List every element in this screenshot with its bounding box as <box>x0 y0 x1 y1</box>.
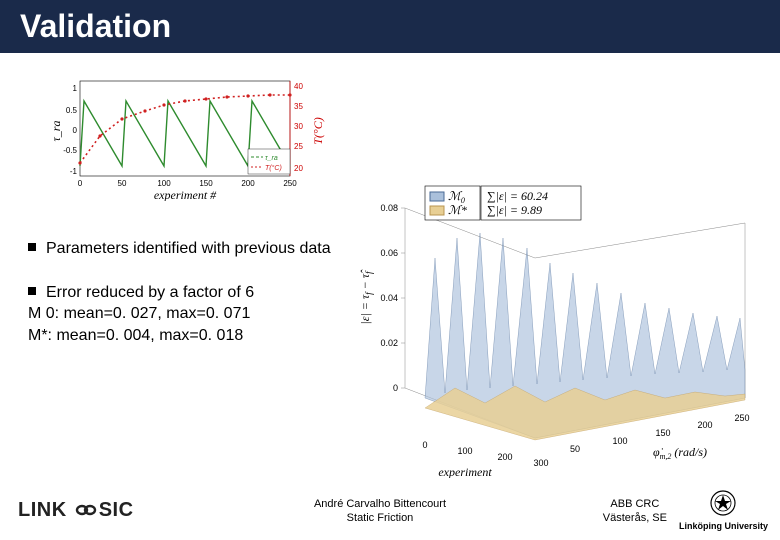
svg-text:40: 40 <box>294 82 303 91</box>
svg-text:0: 0 <box>393 383 398 393</box>
svg-text:300: 300 <box>533 458 548 468</box>
affiliation-1: ABB CRC <box>603 497 667 511</box>
affiliation-2: Västerås, SE <box>603 511 667 525</box>
bullet-2: Error reduced by a factor of 6 M 0: mean… <box>28 282 338 347</box>
liu-seal-icon <box>709 489 737 517</box>
author-name: André Carvalho Bittencourt <box>210 497 550 511</box>
page-title: Validation <box>0 0 780 53</box>
svg-text:100: 100 <box>457 446 472 456</box>
svg-text:30: 30 <box>294 122 303 131</box>
svg-text:25: 25 <box>294 142 303 151</box>
svg-text:150: 150 <box>655 428 670 438</box>
footer: LINK SIC André Carvalho Bittencourt Stat… <box>0 482 780 540</box>
svg-text:100: 100 <box>612 436 627 446</box>
bullet-2-sub2: M*: mean=0. 004, max=0. 018 <box>28 325 338 347</box>
svg-text:τ_ra: τ_ra <box>265 155 278 162</box>
footer-center: André Carvalho Bittencourt Static Fricti… <box>210 497 550 526</box>
svg-text:0: 0 <box>73 126 78 135</box>
liu-label: Linköping University <box>679 521 768 533</box>
bullet-list: Parameters identified with previous data… <box>28 238 338 368</box>
svg-text:0.02: 0.02 <box>380 338 398 348</box>
presentation-topic: Static Friction <box>210 511 550 525</box>
svg-text:T(°C): T(°C) <box>311 117 325 144</box>
svg-text:1: 1 <box>73 84 78 93</box>
svg-text:0.06: 0.06 <box>380 248 398 258</box>
sum-m0: ∑|ε| = 60.24 <box>487 189 548 203</box>
bullet-icon <box>28 287 36 295</box>
svg-text:20: 20 <box>294 164 303 173</box>
svg-text:200: 200 <box>497 452 512 462</box>
bullet-icon <box>28 243 36 251</box>
svg-text:T(°C): T(°C) <box>265 164 282 172</box>
svg-text:-0.5: -0.5 <box>63 146 77 155</box>
legend-3d: ℳ0 ℳ* ∑|ε| = 60.24 ∑|ε| = 9.89 <box>425 186 581 220</box>
footer-left: LINK SIC <box>0 499 210 524</box>
svg-text:35: 35 <box>294 102 303 111</box>
svg-text:0: 0 <box>422 440 427 450</box>
chain-icon <box>75 501 97 524</box>
yaxis3d-label: φ̇m,2 (rad/s) <box>653 445 707 461</box>
svg-text:τ_ra: τ_ra <box>50 121 63 142</box>
bullet-1: Parameters identified with previous data <box>28 238 338 260</box>
sum-mstar: ∑|ε| = 9.89 <box>487 203 542 217</box>
footer-right: ABB CRC Västerås, SE Linköping Universit… <box>550 489 780 533</box>
svg-text:100: 100 <box>157 179 171 188</box>
right-3d-plot: 0.08 0.06 0.04 0.02 0 0 100 200 300 50 100 15… <box>345 178 765 478</box>
svg-text:0: 0 <box>78 179 83 188</box>
bullet-1-text: Parameters identified with previous data <box>46 240 331 257</box>
svg-text:200: 200 <box>241 179 255 188</box>
svg-text:ℳ*: ℳ* <box>448 203 467 217</box>
svg-text:0.08: 0.08 <box>380 203 398 213</box>
content-area: 1 0.5 0 -0.5 -1 40 35 30 25 20 0 50 100 … <box>0 53 780 493</box>
bullet-2-sub1: M 0: mean=0. 027, max=0. 071 <box>28 303 338 325</box>
svg-text:0.5: 0.5 <box>66 106 78 115</box>
svg-text:0.04: 0.04 <box>380 293 398 303</box>
svg-text:50: 50 <box>118 179 127 188</box>
zaxis3d-label: |ε| = τf − τ̂f <box>358 269 374 325</box>
svg-text:150: 150 <box>199 179 213 188</box>
svg-text:250: 250 <box>734 413 749 423</box>
linksic-logo: LINK SIC <box>18 499 134 521</box>
svg-text:-1: -1 <box>70 167 78 176</box>
svg-text:250: 250 <box>283 179 297 188</box>
bullet-2-text: Error reduced by a factor of 6 <box>46 284 254 301</box>
svg-text:200: 200 <box>697 420 712 430</box>
svg-text:50: 50 <box>570 444 580 454</box>
top-left-chart: 1 0.5 0 -0.5 -1 40 35 30 25 20 0 50 100 … <box>50 71 330 201</box>
xaxis-label: experiment # <box>154 188 217 201</box>
xaxis3d-label: experiment <box>438 465 492 478</box>
